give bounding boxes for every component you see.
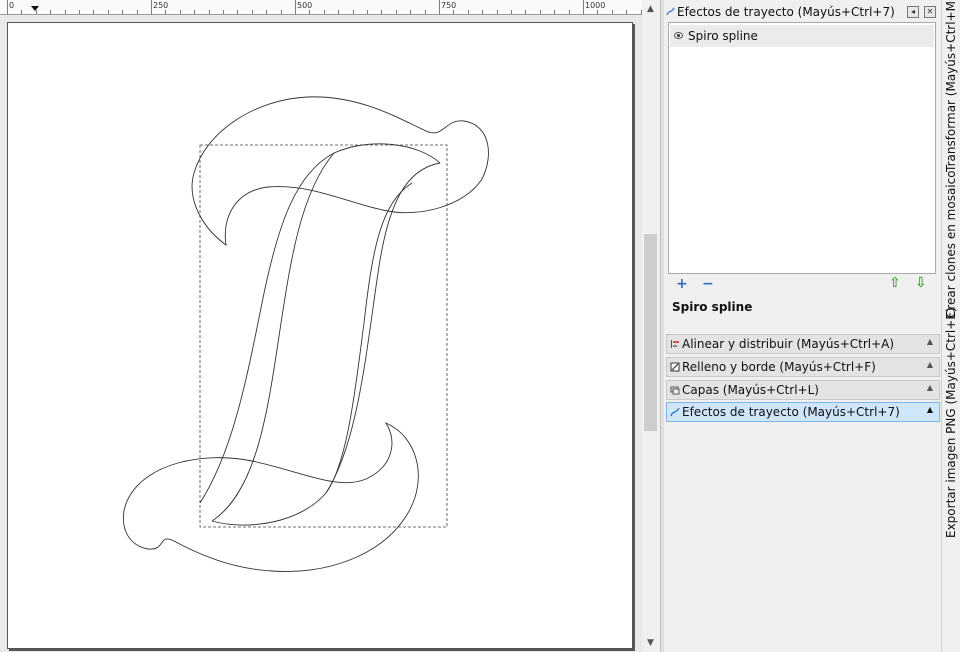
ruler-minor-tick: [612, 10, 613, 14]
collapse-icon[interactable]: ▲: [927, 360, 933, 369]
ruler-minor-tick: [425, 10, 426, 14]
eye-visibility-icon[interactable]: [674, 32, 683, 39]
ruler-minor-tick: [194, 10, 195, 14]
ruler-minor-tick: [93, 10, 94, 14]
lpe-effect-list[interactable]: Spiro spline: [668, 22, 936, 274]
ruler-minor-tick: [281, 10, 282, 14]
ruler-minor-tick: [497, 10, 498, 14]
ruler-minor-tick: [511, 10, 512, 14]
ruler-minor-tick: [626, 10, 627, 14]
ruler-minor-tick: [468, 10, 469, 14]
dock-tab-align[interactable]: Alinear y distribuir (Mayús+Ctrl+A) ▲: [666, 334, 940, 354]
ruler-minor-tick: [338, 10, 339, 14]
side-tab-export-png[interactable]: Exportar imagen PNG (Mayús+Ctrl+E): [943, 307, 960, 538]
document-page[interactable]: [7, 22, 633, 649]
dock-tab-label: Efectos de trayecto (Mayús+Ctrl+7): [682, 405, 900, 419]
ruler-minor-tick: [525, 10, 526, 14]
ruler-minor-tick: [453, 10, 454, 14]
ruler-minor-tick: [353, 10, 354, 14]
ruler-label-500: 500: [297, 1, 313, 10]
dock-tab-fill-stroke[interactable]: Relleno y borde (Mayús+Ctrl+F) ▲: [666, 357, 940, 377]
ruler-minor-tick: [367, 10, 368, 14]
ruler-position-marker: [31, 6, 39, 11]
remove-effect-button[interactable]: −: [702, 277, 714, 291]
side-tab-tiled-clones[interactable]: Crear clones en mosaico: [943, 170, 960, 318]
drawing-svg[interactable]: [8, 23, 632, 648]
dock-tab-label: Relleno y borde (Mayús+Ctrl+F): [682, 360, 876, 374]
collapse-icon[interactable]: ▲: [927, 383, 933, 392]
dock-panel: Efectos de trayecto (Mayús+Ctrl+7) ◂ ✕ S…: [664, 0, 941, 652]
ruler-minor-tick: [252, 10, 253, 14]
ruler-minor-tick: [50, 10, 51, 14]
ruler-label-1000: 1000: [585, 1, 606, 10]
ruler-minor-tick: [309, 10, 310, 14]
align-icon: [671, 340, 679, 348]
fill-stroke-icon: [670, 362, 680, 372]
glyph-top-swash[interactable]: [191, 96, 489, 246]
canvas-vertical-scrollbar[interactable]: ▲ ▼: [642, 0, 659, 652]
ruler-label-750: 750: [441, 1, 457, 10]
move-effect-down-button[interactable]: ⇩: [915, 276, 927, 290]
ruler-minor-tick: [569, 10, 570, 14]
lpe-list-item[interactable]: Spiro spline: [670, 25, 934, 47]
ruler-minor-tick: [540, 10, 541, 14]
ruler-minor-tick: [223, 10, 224, 14]
ruler-minor-tick: [237, 10, 238, 14]
close-icon[interactable]: ✕: [924, 6, 936, 18]
ruler-minor-tick: [137, 10, 138, 14]
path-effects-icon: [670, 407, 680, 417]
layers-icon: [670, 386, 680, 395]
ruler-minor-tick: [108, 10, 109, 14]
ruler-label-250: 250: [153, 1, 169, 10]
ruler-minor-tick: [7, 10, 8, 14]
glyph-stem-right[interactable]: [211, 162, 441, 526]
ruler-label-0: 0: [9, 1, 15, 10]
ruler-minor-tick: [381, 10, 382, 14]
ruler-minor-tick: [396, 10, 397, 14]
collapse-icon[interactable]: ▲: [927, 405, 933, 414]
ruler-minor-tick: [180, 10, 181, 14]
dock-side-tab-strip: Transformar (Mayús+Ctrl+M) Crear clones …: [941, 0, 960, 652]
ruler-minor-tick: [554, 10, 555, 14]
dock-tab-path-effects[interactable]: Efectos de trayecto (Mayús+Ctrl+7) ▲: [666, 402, 940, 422]
horizontal-ruler[interactable]: 0 250 500 750 1000: [0, 0, 642, 15]
dock-iconify-icon[interactable]: ◂: [907, 6, 919, 18]
ruler-minor-tick: [21, 10, 22, 14]
dock-tab-layers[interactable]: Capas (Mayús+Ctrl+L) ▲: [666, 380, 940, 400]
lpe-dialog-title: Efectos de trayecto (Mayús+Ctrl+7): [677, 5, 895, 19]
ruler-minor-tick: [295, 10, 296, 14]
side-tab-label: Transformar (Mayús+Ctrl+M): [944, 0, 958, 172]
scrollbar-thumb[interactable]: [644, 234, 657, 431]
ruler-minor-tick: [79, 10, 80, 14]
ruler-minor-tick: [324, 10, 325, 14]
side-tab-label: Exportar imagen PNG (Mayús+Ctrl+E): [944, 307, 958, 538]
ruler-minor-tick: [151, 10, 152, 14]
scroll-up-arrow-icon[interactable]: ▲: [642, 2, 659, 16]
ruler-minor-tick: [439, 10, 440, 14]
ruler-minor-tick: [410, 10, 411, 14]
ruler-minor-tick: [583, 10, 584, 14]
current-effect-name: Spiro spline: [672, 300, 753, 314]
glyph-bottom-swash[interactable]: [122, 422, 419, 572]
add-effect-button[interactable]: +: [676, 277, 688, 291]
ruler-minor-tick: [165, 10, 166, 14]
canvas-area[interactable]: [0, 15, 642, 652]
side-tab-transform[interactable]: Transformar (Mayús+Ctrl+M): [943, 0, 960, 172]
dock-tab-label: Capas (Mayús+Ctrl+L): [682, 383, 819, 397]
ruler-minor-tick: [65, 10, 66, 14]
move-effect-up-button[interactable]: ⇧: [889, 276, 901, 290]
lpe-dialog-header: Efectos de trayecto (Mayús+Ctrl+7) ◂ ✕: [664, 2, 941, 20]
ruler-minor-tick: [266, 10, 267, 14]
ruler-minor-tick: [122, 10, 123, 14]
collapse-icon[interactable]: ▲: [927, 337, 933, 346]
lpe-item-label: Spiro spline: [688, 29, 758, 43]
ruler-minor-tick: [482, 10, 483, 14]
dock-tab-label: Alinear y distribuir (Mayús+Ctrl+A): [682, 337, 895, 351]
ruler-minor-tick: [597, 10, 598, 14]
side-tab-label: Crear clones en mosaico: [944, 170, 958, 318]
scroll-down-arrow-icon[interactable]: ▼: [642, 636, 659, 650]
path-effects-icon: [666, 7, 675, 16]
ruler-minor-tick: [209, 10, 210, 14]
glyph-stem-left[interactable]: [199, 143, 441, 504]
